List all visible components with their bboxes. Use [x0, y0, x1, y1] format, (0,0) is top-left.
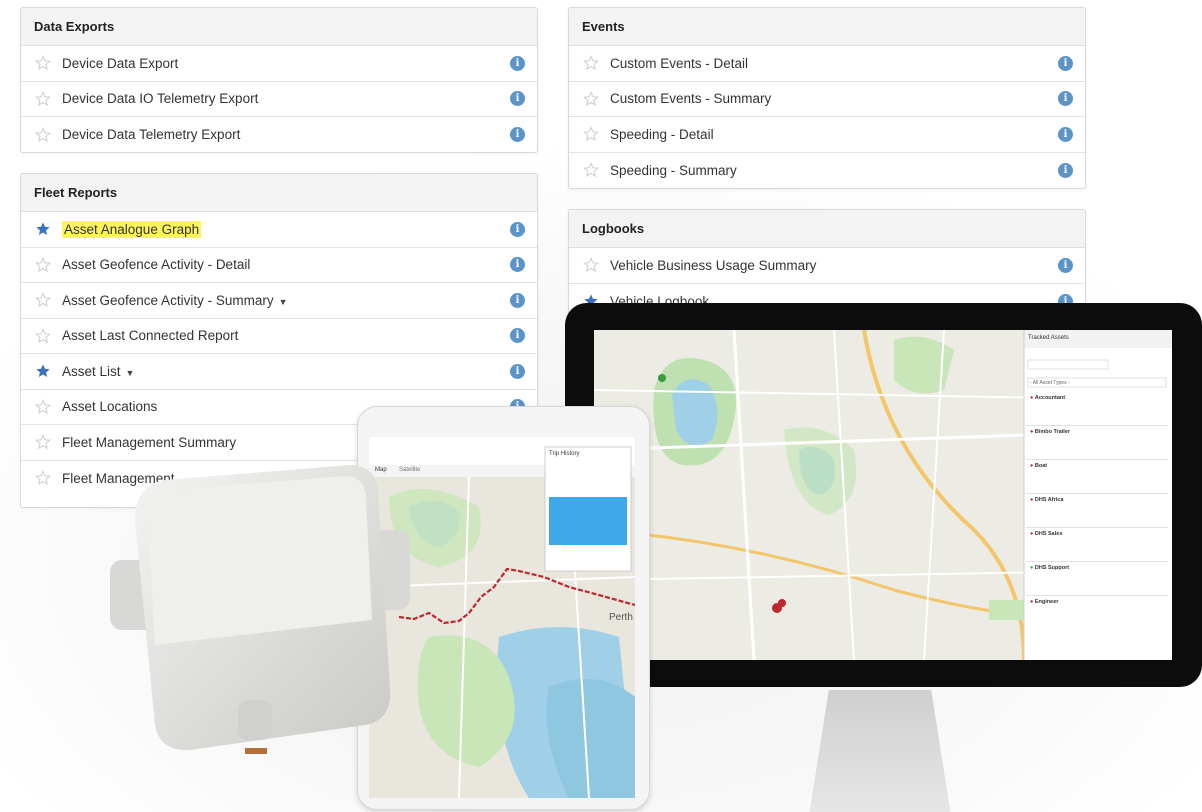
report-link[interactable]: Asset List ▼ [62, 364, 510, 379]
star-outline-icon[interactable] [35, 55, 51, 71]
report-row[interactable]: Device Data IO Telemetry Export i [21, 82, 537, 117]
report-label: Asset Geofence Activity - Detail [62, 257, 251, 273]
report-row[interactable]: Vehicle Business Usage Summary i [569, 248, 1085, 284]
report-label: Fleet Management Summary [62, 434, 237, 450]
report-label: Asset Locations [62, 399, 158, 415]
data-exports-panel: Data Exports Device Data Export i Device D… [20, 7, 538, 153]
asset-item[interactable]: ● Boat [1026, 460, 1168, 494]
monitor-screen: Tracked Assets - All Asset Types - ● Acc… [594, 330, 1172, 660]
info-icon[interactable]: i [510, 363, 525, 379]
trip-history-title: Trip History [549, 451, 580, 457]
tracked-assets-title: Tracked Assets [1028, 335, 1069, 341]
asset-item[interactable]: ● Bimbo Trailer [1026, 426, 1168, 460]
gps-tracker-device [110, 465, 410, 754]
star-outline-icon[interactable] [583, 257, 599, 273]
report-label: Asset Analogue Graph [62, 220, 202, 238]
report-row[interactable]: Asset Analogue Graph i [21, 212, 537, 248]
info-icon[interactable]: i [1058, 126, 1073, 142]
report-link[interactable]: Device Data Telemetry Export [62, 127, 510, 142]
report-link[interactable]: Custom Events - Summary [610, 91, 1058, 106]
report-link[interactable]: Speeding - Summary [610, 163, 1058, 178]
chevron-down-icon[interactable]: ▼ [126, 368, 135, 378]
report-link[interactable]: Device Data Export [62, 56, 510, 71]
report-row[interactable]: Asset Geofence Activity - Detail i [21, 248, 537, 283]
report-label: Custom Events - Summary [610, 91, 772, 107]
star-outline-icon[interactable] [35, 327, 51, 344]
info-icon[interactable]: i [510, 292, 525, 308]
star-outline-icon[interactable] [35, 470, 51, 486]
asset-item[interactable]: ● Engineer [1026, 596, 1168, 630]
star-outline-icon[interactable] [35, 90, 51, 107]
star-outline-icon[interactable] [35, 256, 51, 273]
star-outline-icon[interactable] [35, 126, 51, 143]
report-label: Speeding - Detail [610, 126, 714, 142]
report-link[interactable]: Custom Events - Detail [610, 56, 1058, 71]
star-filled-icon[interactable] [35, 221, 51, 237]
events-list: Custom Events - Detail i Custom Events - S… [569, 46, 1085, 188]
report-label: Asset Geofence Activity - Summary [62, 292, 274, 308]
report-row[interactable]: Device Data Telemetry Export i [21, 117, 537, 153]
info-icon[interactable]: i [510, 221, 525, 237]
asset-item[interactable]: ● DHS Africa [1026, 494, 1168, 528]
report-label: Device Data Telemetry Export [62, 127, 241, 143]
panel-title: Events [569, 8, 1085, 46]
star-outline-icon[interactable] [35, 292, 51, 308]
report-label: Asset Last Connected Report [62, 328, 239, 344]
report-label: Asset List [62, 363, 121, 379]
info-icon[interactable]: i [1058, 162, 1073, 178]
info-icon[interactable]: i [510, 127, 525, 143]
asset-item[interactable]: ● DHS Sales [1026, 528, 1168, 562]
star-outline-icon[interactable] [583, 55, 599, 71]
report-row[interactable]: Asset Last Connected Report i [21, 319, 537, 354]
chevron-down-icon[interactable]: ▼ [279, 297, 288, 307]
report-row[interactable]: Custom Events - Summary i [569, 82, 1085, 117]
map-city-label: Perth [609, 612, 633, 623]
report-label: Custom Events - Detail [610, 55, 749, 71]
panel-title: Fleet Reports [21, 174, 537, 212]
report-link[interactable]: Speeding - Detail [610, 127, 1058, 142]
report-link[interactable]: Asset Last Connected Report [62, 328, 510, 343]
report-row[interactable]: Asset List ▼ i [21, 354, 537, 390]
star-outline-icon[interactable] [583, 162, 599, 178]
asset-item[interactable]: ● DHS Support [1026, 562, 1168, 596]
info-icon[interactable]: i [510, 91, 525, 107]
star-outline-icon[interactable] [583, 126, 599, 142]
star-outline-icon[interactable] [35, 398, 51, 415]
report-link[interactable]: Asset Analogue Graph [62, 220, 510, 238]
report-row[interactable]: Asset Geofence Activity - Summary ▼ i [21, 283, 537, 319]
star-outline-icon[interactable] [35, 434, 51, 450]
report-link[interactable]: Device Data IO Telemetry Export [62, 91, 510, 106]
panel-title: Data Exports [21, 8, 537, 46]
report-row[interactable]: Custom Events - Detail i [569, 46, 1085, 82]
report-link[interactable]: Asset Geofence Activity - Detail [62, 257, 510, 272]
report-label: Vehicle Business Usage Summary [610, 257, 817, 273]
info-icon[interactable]: i [510, 55, 525, 71]
report-label: Speeding - Summary [610, 162, 737, 178]
info-icon[interactable]: i [1058, 55, 1073, 71]
report-link[interactable]: Asset Geofence Activity - Summary ▼ [62, 293, 510, 308]
asset-type-filter[interactable]: - All Asset Types - [1030, 380, 1070, 386]
report-link[interactable]: Vehicle Business Usage Summary [610, 258, 1058, 273]
info-icon[interactable]: i [1058, 91, 1073, 107]
report-label: Device Data IO Telemetry Export [62, 91, 259, 107]
info-icon[interactable]: i [510, 328, 525, 344]
asset-item[interactable]: ● Accountant [1026, 392, 1168, 426]
info-icon[interactable]: i [1058, 257, 1073, 273]
asset-list: ● Accountant ● Bimbo Trailer ● Boat ● DH… [1026, 392, 1168, 630]
report-label: Device Data Export [62, 55, 179, 71]
report-row[interactable]: Speeding - Summary i [569, 153, 1085, 189]
info-icon[interactable]: i [510, 257, 525, 273]
star-filled-icon[interactable] [35, 363, 51, 379]
report-row[interactable]: Device Data Export i [21, 46, 537, 82]
events-panel: Events Custom Events - Detail i Custom Eve… [568, 7, 1086, 189]
panel-title: Logbooks [569, 210, 1085, 248]
report-row[interactable]: Speeding - Detail i [569, 117, 1085, 153]
star-outline-icon[interactable] [583, 90, 599, 107]
data-exports-list: Device Data Export i Device Data IO Teleme… [21, 46, 537, 153]
